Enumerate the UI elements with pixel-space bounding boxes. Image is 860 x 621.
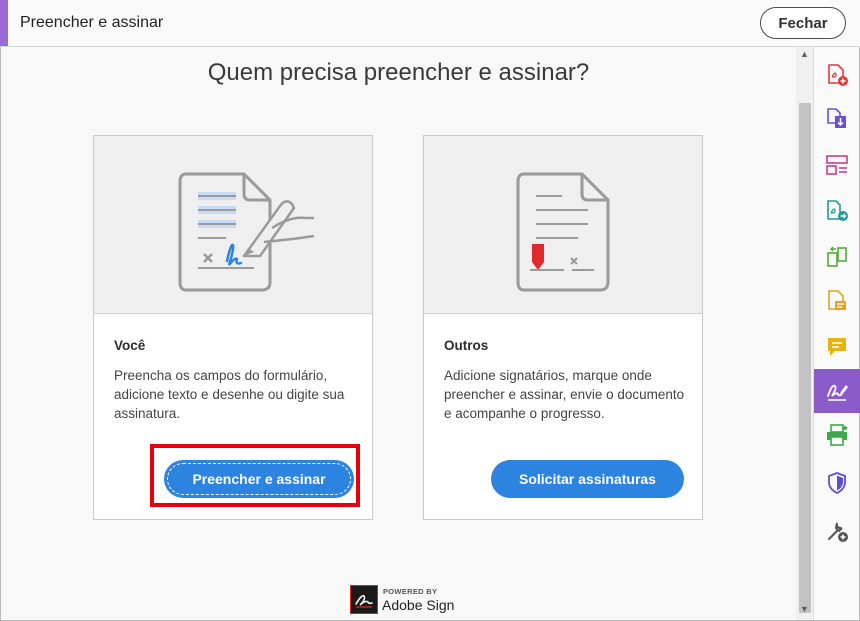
- powered-by-label: POWERED BY: [383, 587, 438, 596]
- export-pdf-icon: [827, 108, 846, 128]
- organize-pages-tool[interactable]: [814, 143, 860, 187]
- print-production-icon: [827, 424, 848, 446]
- fill-sign-illustration: [94, 136, 372, 314]
- send-pdf-icon: [827, 200, 848, 221]
- main-panel: Quem precisa preencher e assinar? Você P…: [1, 47, 796, 620]
- protect-tool[interactable]: [814, 461, 860, 505]
- card-you: Você Preencha os campos do formulário, a…: [93, 135, 373, 520]
- adobe-sign-mark-icon: [350, 585, 378, 614]
- card-others-heading: Outros: [444, 338, 489, 353]
- card-others-description: Adicione signatários, marque onde preenc…: [444, 368, 685, 421]
- compare-files-icon: [827, 246, 847, 267]
- question-heading: Quem precisa preencher e assinar?: [207, 59, 590, 86]
- header-bar: Preencher e assinar Fechar: [0, 0, 860, 47]
- header-accent: [0, 0, 8, 46]
- scroll-down-icon[interactable]: ▼: [796, 604, 813, 618]
- send-pdf-tool[interactable]: [814, 189, 860, 233]
- scroll-up-icon[interactable]: ▲: [796, 49, 813, 63]
- scroll-thumb[interactable]: [799, 103, 811, 613]
- tools-rail: [813, 47, 860, 620]
- vertical-scrollbar[interactable]: ▲ ▼: [796, 47, 813, 620]
- card-you-heading: Você: [114, 338, 146, 353]
- brand-label: Adobe Sign: [382, 597, 455, 613]
- fill-sign-tool[interactable]: [814, 369, 860, 413]
- organize-pages-icon: [826, 155, 848, 175]
- panel-title: Preencher e assinar: [20, 14, 164, 31]
- protect-icon: [828, 472, 846, 495]
- comment-icon: [828, 338, 846, 356]
- fill-sign-icon: [827, 384, 848, 401]
- close-button[interactable]: Fechar: [760, 7, 846, 39]
- comment-tool[interactable]: [814, 325, 860, 369]
- request-signatures-illustration: [424, 136, 702, 314]
- edit-pdf-tool[interactable]: [814, 279, 860, 323]
- create-pdf-icon: [828, 64, 848, 86]
- document-request-icon: [516, 172, 610, 292]
- edit-pdf-icon: [828, 290, 846, 310]
- request-signatures-button[interactable]: Solicitar assinaturas: [491, 460, 684, 498]
- more-tools-tool[interactable]: [814, 509, 860, 553]
- compare-files-tool[interactable]: [814, 235, 860, 279]
- more-tools-icon: [828, 522, 848, 542]
- card-you-description: Preencha os campos do formulário, adicio…: [114, 368, 345, 421]
- fill-and-sign-button[interactable]: Preencher e assinar: [164, 460, 354, 498]
- document-signing-icon: [178, 172, 315, 292]
- print-production-tool[interactable]: [814, 413, 860, 457]
- card-others: Outros Adicione signatários, marque onde…: [423, 135, 703, 520]
- export-pdf-tool[interactable]: [814, 97, 860, 141]
- create-pdf-tool[interactable]: [814, 53, 860, 97]
